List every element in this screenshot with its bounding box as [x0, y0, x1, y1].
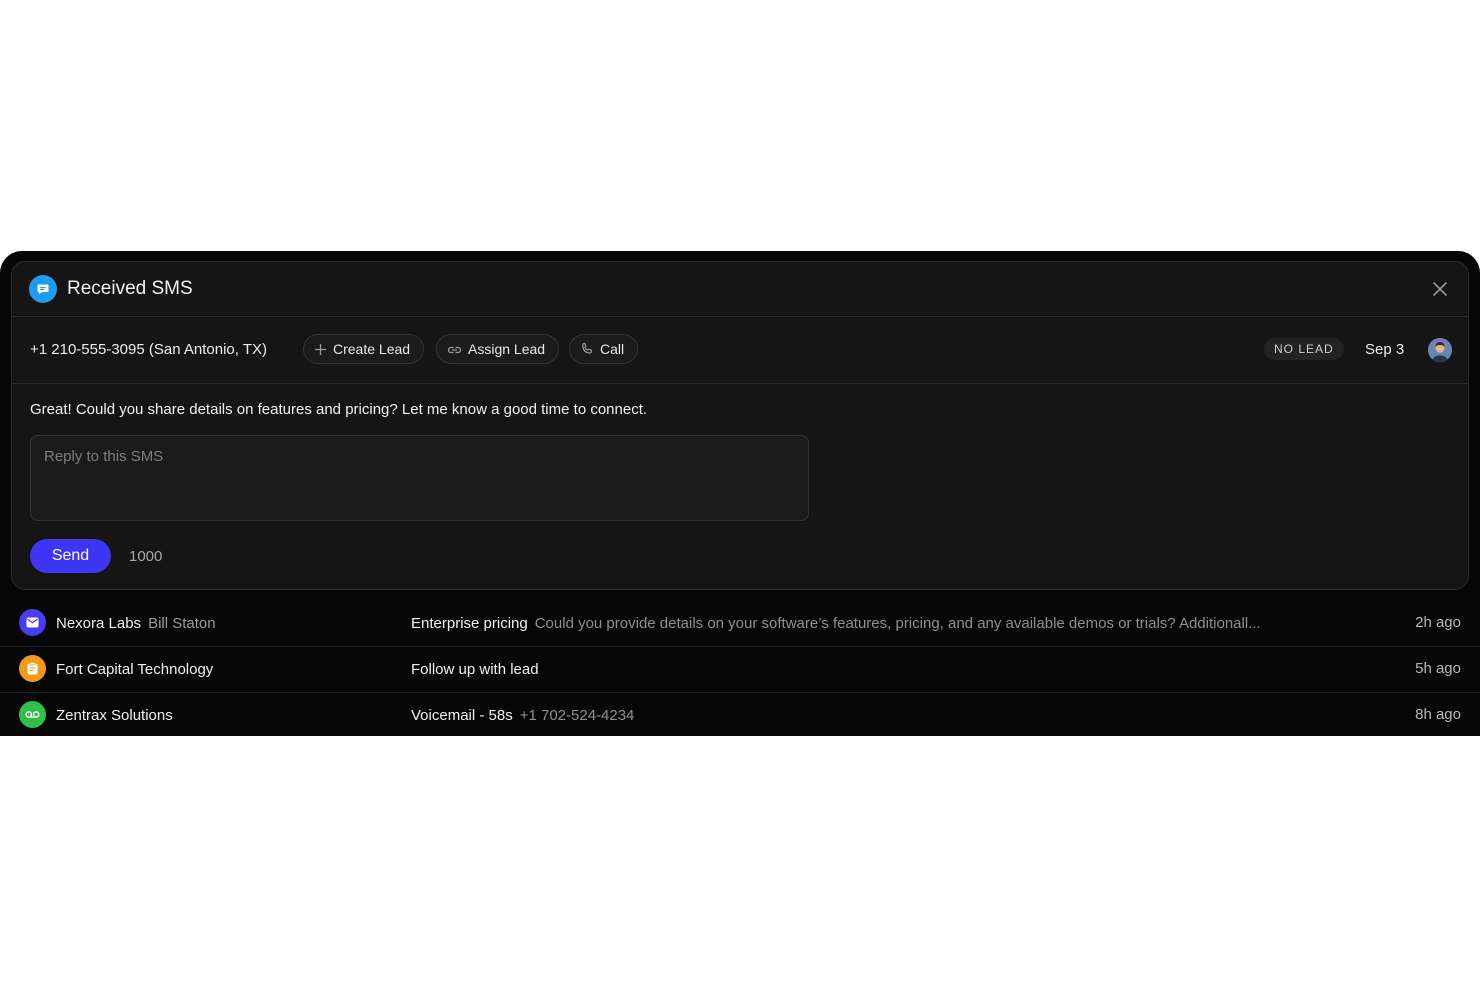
- create-lead-label: Create Lead: [333, 341, 411, 357]
- list-item-subject: Voicemail - 58s +1 702-524-4234: [411, 707, 634, 725]
- assign-lead-button[interactable]: Assign Lead: [436, 334, 560, 364]
- list-item[interactable]: Nexora Labs Bill Staton Enterprise pricin…: [0, 601, 1480, 647]
- message-date: Sep 3: [1365, 341, 1405, 358]
- sms-icon: [29, 275, 57, 303]
- company-name: Nexora Labs: [56, 615, 142, 632]
- list-item[interactable]: Zentrax Solutions Voicemail - 58s +1 702-…: [0, 693, 1480, 736]
- voicemail-icon: [19, 701, 46, 728]
- send-button[interactable]: Send: [30, 539, 111, 573]
- list-item-company: Fort Capital Technology: [56, 661, 213, 679]
- link-icon: [447, 346, 462, 353]
- call-label: Call: [600, 341, 625, 357]
- received-sms-dialog: Received SMS +1 210-555-3095 (San Antoni…: [11, 261, 1469, 590]
- subject-text: Enterprise pricing: [411, 615, 528, 632]
- call-button[interactable]: Call: [569, 334, 639, 364]
- list-item-company: Zentrax Solutions: [56, 707, 173, 725]
- list-item-time: 8h ago: [1415, 706, 1461, 723]
- preview-text: +1 702-524-4234: [519, 707, 635, 724]
- preview-text: Could you provide details on your softwa…: [534, 615, 1261, 632]
- character-count: 1000: [129, 548, 163, 565]
- list-item-time: 2h ago: [1415, 614, 1461, 631]
- list-item-subject: Enterprise pricing Could you provide deta…: [411, 615, 1261, 633]
- list-item-time: 5h ago: [1415, 660, 1461, 677]
- close-icon[interactable]: [1430, 279, 1450, 299]
- company-name: Zentrax Solutions: [56, 707, 173, 724]
- clipboard-icon: [19, 655, 46, 682]
- lead-status-badge: NO LEAD: [1264, 338, 1344, 360]
- company-name: Fort Capital Technology: [56, 661, 214, 678]
- sms-message-text: Great! Could you share details on featur…: [30, 401, 648, 418]
- list-item[interactable]: Fort Capital Technology Follow up with l…: [0, 647, 1480, 693]
- list-item-subject: Follow up with lead: [411, 661, 539, 679]
- subject-text: Voicemail - 58s: [411, 707, 513, 724]
- plus-icon: [314, 343, 327, 355]
- avatar[interactable]: [1428, 338, 1452, 362]
- assign-lead-label: Assign Lead: [468, 341, 546, 357]
- inbox-list: Nexora Labs Bill Staton Enterprise pricin…: [0, 601, 1480, 736]
- contact-name: Bill Staton: [148, 615, 216, 632]
- sender-phone: +1 210-555-3095 (San Antonio, TX): [30, 341, 267, 358]
- list-item-company: Nexora Labs Bill Staton: [56, 615, 216, 633]
- dialog-title: Received SMS: [67, 278, 193, 299]
- app-window: Received SMS +1 210-555-3095 (San Antoni…: [0, 251, 1480, 736]
- dialog-header: Received SMS: [12, 262, 1468, 317]
- sms-meta-row: +1 210-555-3095 (San Antonio, TX) Create…: [12, 317, 1468, 384]
- mail-icon: [19, 609, 46, 636]
- reply-input[interactable]: [30, 435, 809, 521]
- phone-icon: [582, 342, 593, 354]
- subject-text: Follow up with lead: [411, 661, 539, 678]
- create-lead-button[interactable]: Create Lead: [303, 334, 425, 364]
